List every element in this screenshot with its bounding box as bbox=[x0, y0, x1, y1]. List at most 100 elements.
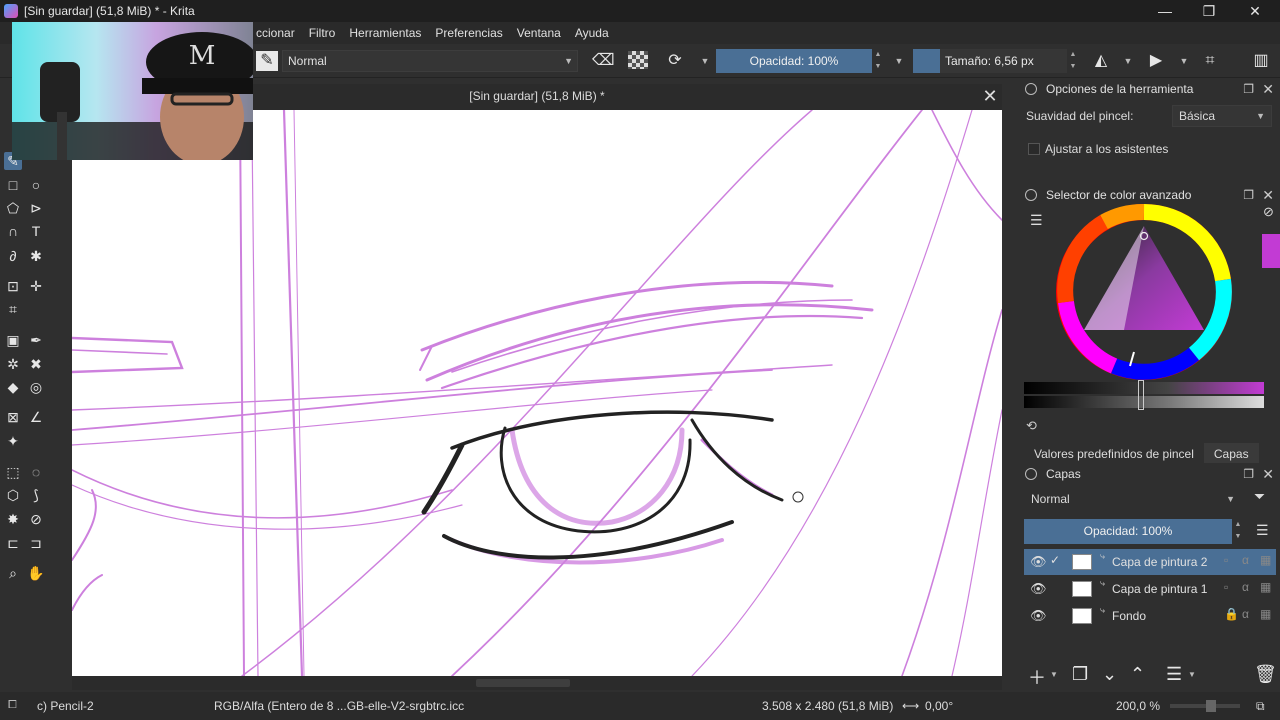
fullscreen-icon[interactable]: ⧉ bbox=[1256, 699, 1265, 714]
reference-icon[interactable]: ✦ bbox=[4, 432, 22, 450]
dynamic-brush-icon[interactable]: ∂ bbox=[4, 247, 22, 265]
layer-row[interactable]: 👁 ✓ ⤷ Capa de pintura 2 ▫ α ▦ bbox=[1024, 549, 1276, 575]
chevron-down-icon[interactable]: ▼ bbox=[1173, 51, 1195, 71]
delete-layer-icon[interactable]: 🗑 bbox=[1254, 664, 1277, 685]
blend-mode-select[interactable]: Normal ▼ bbox=[282, 50, 578, 72]
opacity-spin-icon[interactable]: ▲ ▼ bbox=[1233, 519, 1243, 544]
rectangle-icon[interactable]: □ bbox=[4, 176, 22, 194]
layer-row[interactable]: 👁 ⤷ Capa de pintura 1 ▫ α ▦ bbox=[1024, 576, 1276, 602]
zoom-slider-handle[interactable] bbox=[1206, 700, 1216, 712]
colorize-icon[interactable]: ✖ bbox=[27, 355, 45, 373]
gradient-icon[interactable]: ▣ bbox=[4, 331, 22, 349]
brush-preset-icon[interactable]: ✎ bbox=[256, 51, 278, 71]
color-slider-2[interactable] bbox=[1024, 396, 1264, 408]
rect-select-icon[interactable]: ⬚ bbox=[4, 463, 22, 481]
transform-icon[interactable]: ⊡ bbox=[4, 277, 22, 295]
mirror-vertical-icon[interactable]: ▶ bbox=[1145, 51, 1167, 71]
color-slider-handle[interactable] bbox=[1138, 380, 1144, 410]
bezier-select-icon[interactable]: ⊏ bbox=[4, 534, 22, 552]
fill-icon[interactable]: ◆ bbox=[4, 378, 22, 396]
color-slider-1[interactable] bbox=[1024, 382, 1264, 394]
bezier-icon[interactable]: ∩ bbox=[4, 222, 22, 240]
contiguous-select-icon[interactable]: ✸ bbox=[4, 510, 22, 528]
measure-icon[interactable]: ∠ bbox=[27, 408, 45, 426]
menu-preferences[interactable]: Preferencias bbox=[435, 26, 502, 40]
chevron-down-icon[interactable]: ▼ bbox=[888, 51, 910, 71]
float-icon[interactable]: ❐ bbox=[1243, 184, 1254, 206]
list-icon[interactable]: ☰ bbox=[1030, 212, 1043, 229]
zoom-slider[interactable] bbox=[1170, 700, 1240, 712]
rotation-icon[interactable]: ⟷ bbox=[902, 699, 919, 713]
close-window-button[interactable]: ✕ bbox=[1232, 0, 1278, 22]
reload-icon[interactable]: ⟳ bbox=[664, 51, 686, 71]
eyedropper-icon[interactable]: ✒ bbox=[27, 331, 45, 349]
size-spin-icon[interactable]: ▲ ▼ bbox=[1068, 49, 1078, 73]
chevron-down-icon[interactable]: ▼ bbox=[1188, 670, 1196, 679]
move-icon[interactable]: ✛ bbox=[27, 277, 45, 295]
scroll-thumb[interactable] bbox=[476, 679, 570, 687]
ellipse-select-icon[interactable]: ◌ bbox=[27, 463, 45, 481]
crop-icon[interactable]: ⌗ bbox=[4, 300, 22, 318]
enclose-fill-icon[interactable]: ◎ bbox=[27, 378, 45, 396]
opacity-spin-icon[interactable]: ▲ ▼ bbox=[873, 49, 883, 73]
chevron-down-icon[interactable]: ▼ bbox=[1050, 670, 1058, 679]
move-layer-down-icon[interactable]: ⌄ bbox=[1102, 664, 1117, 685]
layer-blend-select[interactable]: Normal ▼ bbox=[1024, 488, 1242, 510]
inherit-alpha-icon[interactable]: ▦ bbox=[1260, 580, 1271, 594]
lock-icon[interactable]: 🔒 bbox=[1224, 607, 1239, 621]
filter-icon[interactable]: ⏷ bbox=[1254, 488, 1265, 505]
alpha-icon[interactable]: α bbox=[1242, 607, 1249, 621]
current-color-swatch[interactable] bbox=[1262, 234, 1280, 268]
size-slider[interactable]: Tamaño: 6,56 px bbox=[913, 49, 1067, 73]
menu-tools[interactable]: Herramientas bbox=[349, 26, 421, 40]
maximize-button[interactable]: ❐ bbox=[1186, 0, 1232, 22]
opacity-slider[interactable]: Opacidad: 100% bbox=[716, 49, 872, 73]
close-document-icon[interactable]: ✕ bbox=[980, 84, 1000, 108]
active-check-icon[interactable]: ✓ bbox=[1050, 553, 1060, 567]
assistant-icon[interactable]: ⊠ bbox=[4, 408, 22, 426]
minimize-button[interactable]: — bbox=[1142, 0, 1188, 22]
close-icon[interactable]: ✕ bbox=[1262, 184, 1274, 206]
lock-icon[interactable] bbox=[1025, 468, 1037, 480]
tab-brush-presets[interactable]: Valores predefinidos de pincel bbox=[1024, 443, 1204, 465]
assistant-checkbox[interactable] bbox=[1028, 143, 1040, 155]
menu-select[interactable]: ccionar bbox=[256, 26, 295, 40]
menu-icon[interactable]: ☰ bbox=[1256, 522, 1269, 539]
inherit-alpha-icon[interactable]: ▦ bbox=[1260, 607, 1271, 621]
lock-layer-icon[interactable]: ▫ bbox=[1224, 553, 1228, 567]
polygon-select-icon[interactable]: ⬡ bbox=[4, 486, 22, 504]
brush-preview-icon[interactable]: ⧠ bbox=[8, 699, 17, 712]
alpha-lock-icon[interactable] bbox=[628, 51, 648, 69]
workspace-icon[interactable]: ▥ bbox=[1250, 51, 1272, 71]
multibrush-icon[interactable]: ✱ bbox=[27, 247, 45, 265]
alpha-icon[interactable]: α bbox=[1242, 580, 1249, 594]
menu-help[interactable]: Ayuda bbox=[575, 26, 609, 40]
eraser-icon[interactable]: ⌫ bbox=[592, 51, 615, 71]
chevron-down-icon[interactable]: ▼ bbox=[1117, 51, 1139, 71]
drawing-canvas[interactable] bbox=[72, 110, 1002, 676]
magnetic-select-icon[interactable]: ⊐ bbox=[27, 534, 45, 552]
smoothing-select[interactable]: Básica ▼ bbox=[1172, 105, 1272, 127]
menu-filter[interactable]: Filtro bbox=[309, 26, 336, 40]
menu-window[interactable]: Ventana bbox=[517, 26, 561, 40]
layer-opacity-slider[interactable]: Opacidad: 100% bbox=[1024, 519, 1232, 544]
wrap-icon[interactable]: ⌗ bbox=[1199, 51, 1221, 71]
chevron-down-icon[interactable]: ▼ bbox=[694, 51, 716, 71]
color-wheel[interactable] bbox=[1054, 202, 1234, 382]
alpha-icon[interactable]: α bbox=[1242, 553, 1249, 567]
lock-icon[interactable] bbox=[1025, 83, 1037, 95]
float-icon[interactable]: ❐ bbox=[1243, 78, 1254, 100]
zoom-icon[interactable]: ⌕ bbox=[4, 564, 22, 582]
close-icon[interactable]: ✕ bbox=[1262, 463, 1274, 485]
canvas-horizontal-scrollbar[interactable] bbox=[72, 676, 1002, 690]
float-icon[interactable]: ❐ bbox=[1243, 463, 1254, 485]
add-layer-icon[interactable]: ＋ bbox=[1028, 664, 1046, 690]
move-layer-up-icon[interactable]: ⌃ bbox=[1130, 664, 1145, 685]
layer-properties-icon[interactable]: ☰ bbox=[1166, 664, 1182, 685]
tab-layers[interactable]: Capas bbox=[1203, 443, 1259, 465]
clear-icon[interactable]: ⊘ bbox=[1263, 204, 1274, 220]
lock-icon[interactable] bbox=[1025, 189, 1037, 201]
pan-icon[interactable]: ✋ bbox=[27, 564, 45, 582]
smart-patch-icon[interactable]: ✲ bbox=[4, 355, 22, 373]
refresh-icon[interactable]: ⟲ bbox=[1026, 418, 1037, 434]
